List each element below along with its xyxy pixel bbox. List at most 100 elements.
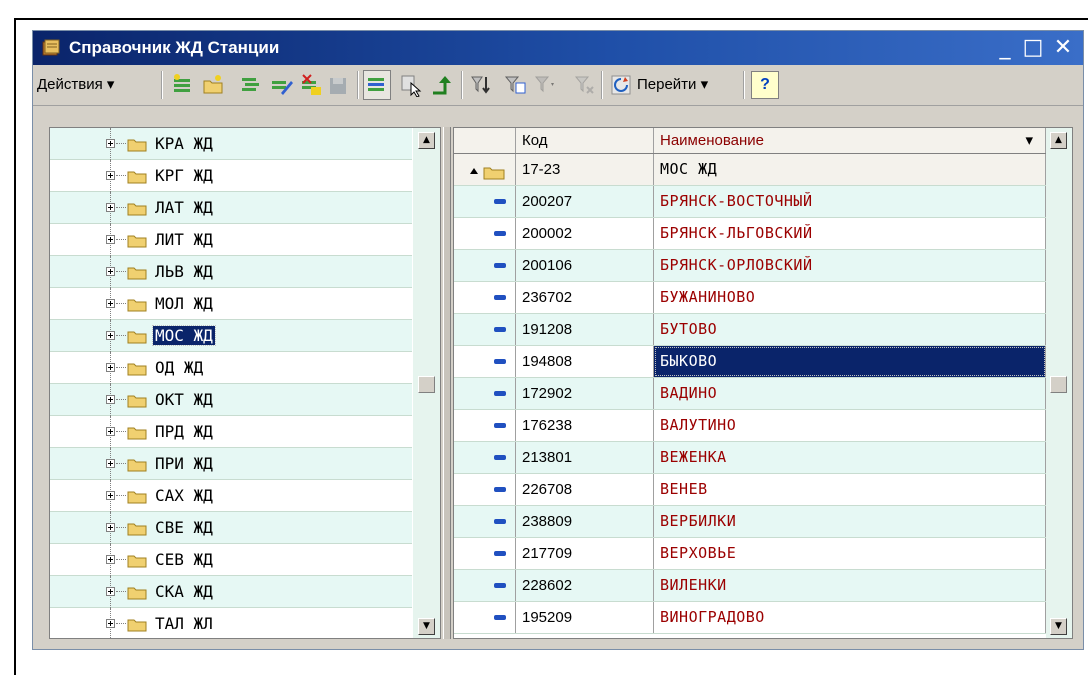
refresh-icon[interactable] — [609, 73, 633, 97]
code-cell: 228602 — [516, 570, 654, 601]
tree-item[interactable]: КРА ЖД — [50, 128, 412, 160]
delete-item-icon[interactable] — [299, 73, 323, 97]
name-cell: ВЕРХОВЬЕ — [654, 538, 1046, 569]
table-scrollbar[interactable]: ▲ ▼ — [1046, 128, 1072, 638]
scroll-up-button[interactable]: ▲ — [418, 132, 435, 149]
tree-item[interactable]: САХ ЖД — [50, 480, 412, 512]
tree-item[interactable]: ПРИ ЖД — [50, 448, 412, 480]
expand-toggle-icon[interactable] — [106, 171, 115, 180]
expand-toggle-icon[interactable] — [106, 427, 115, 436]
expand-toggle-icon[interactable] — [106, 587, 115, 596]
expand-toggle-icon[interactable] — [106, 555, 115, 564]
row-icon-cell — [454, 378, 516, 409]
select-pointer-icon[interactable] — [399, 73, 423, 98]
tree-item[interactable]: СВЕ ЖД — [50, 512, 412, 544]
filter-history-icon[interactable] — [533, 73, 557, 97]
tree-item[interactable]: ЛИТ ЖД — [50, 224, 412, 256]
table-row[interactable]: 176238 ВАЛУТИНО — [454, 410, 1046, 442]
code-cell: 200002 — [516, 218, 654, 249]
row-icon-cell — [454, 442, 516, 473]
maximize-button[interactable]: □ — [1019, 34, 1047, 62]
scroll-thumb[interactable] — [418, 376, 435, 393]
copy-item-icon[interactable] — [239, 73, 263, 97]
scroll-down-button[interactable]: ▼ — [1050, 618, 1067, 635]
element-dash-icon — [494, 359, 506, 364]
expand-toggle-icon[interactable] — [106, 267, 115, 276]
tree-item[interactable]: СЕВ ЖД — [50, 544, 412, 576]
goto-menu[interactable]: Перейти ▾ — [637, 75, 708, 93]
scroll-down-button[interactable]: ▼ — [418, 618, 435, 635]
clear-filter-icon[interactable] — [573, 73, 597, 97]
expand-toggle-icon[interactable] — [106, 523, 115, 532]
tree-item[interactable]: ЛАТ ЖД — [50, 192, 412, 224]
tree-item[interactable]: МОЛ ЖД — [50, 288, 412, 320]
expand-toggle-icon[interactable] — [106, 395, 115, 404]
close-button[interactable]: ✕ — [1049, 34, 1077, 62]
expand-toggle-icon[interactable] — [106, 299, 115, 308]
tree-item[interactable]: КРГ ЖД — [50, 160, 412, 192]
expand-toggle-icon[interactable] — [106, 619, 115, 628]
help-button[interactable]: ? — [751, 71, 779, 99]
expand-toggle-icon[interactable] — [106, 459, 115, 468]
actions-menu[interactable]: Действия ▾ — [37, 75, 114, 93]
table-row[interactable]: 200106 БРЯНСК-ОРЛОВСКИЙ — [454, 250, 1046, 282]
tree-connector — [116, 367, 126, 368]
filter-sort-icon[interactable] — [469, 73, 493, 97]
table-row[interactable]: 191208 БУТОВО — [454, 314, 1046, 346]
tree-item[interactable]: ОКТ ЖД — [50, 384, 412, 416]
code-cell: 172902 — [516, 378, 654, 409]
tree-item[interactable]: ЛЬВ ЖД — [50, 256, 412, 288]
scroll-up-button[interactable]: ▲ — [1050, 132, 1067, 149]
expand-toggle-icon[interactable] — [106, 331, 115, 340]
tree-item[interactable]: ОД ЖД — [50, 352, 412, 384]
panel-splitter[interactable] — [443, 127, 451, 639]
name-column-header[interactable]: Наименование ▾ — [654, 128, 1046, 153]
expand-toggle-icon[interactable] — [106, 139, 115, 148]
toolbar: Действия ▾ Перейти ▾ ? — [33, 65, 1083, 106]
expand-toggle-icon[interactable] — [106, 491, 115, 500]
icon-column-header[interactable] — [454, 128, 516, 153]
edit-item-icon[interactable] — [269, 73, 293, 97]
row-icon-cell — [454, 538, 516, 569]
tree-item[interactable]: ТАЛ ЖЛ — [50, 608, 412, 638]
table-row[interactable]: 200002 БРЯНСК-ЛЬГОВСКИЙ — [454, 218, 1046, 250]
table-row[interactable]: 236702 БУЖАНИНОВО — [454, 282, 1046, 314]
tree-item[interactable]: МОС ЖД — [50, 320, 412, 352]
expand-toggle-icon[interactable] — [106, 203, 115, 212]
scroll-thumb[interactable] — [1050, 376, 1067, 393]
tree-item[interactable]: СКА ЖД — [50, 576, 412, 608]
element-dash-icon — [494, 263, 506, 268]
element-dash-icon — [494, 423, 506, 428]
hierarchy-list-icon — [365, 73, 389, 97]
tree-scrollbar[interactable]: ▲ ▼ — [413, 128, 440, 638]
tree-item-label: СЕВ ЖД — [155, 550, 213, 569]
add-item-icon[interactable] — [171, 73, 195, 97]
stations-table: Код Наименование ▾ 17-23 МОС ЖД 200207 БР… — [453, 127, 1073, 639]
parent-row[interactable]: 17-23 МОС ЖД — [454, 154, 1046, 186]
table-row[interactable]: 200207 БРЯНСК-ВОСТОЧНЫЙ — [454, 186, 1046, 218]
add-folder-icon[interactable] — [201, 73, 225, 97]
expand-toggle-icon[interactable] — [106, 235, 115, 244]
table-row[interactable]: 226708 ВЕНЕВ — [454, 474, 1046, 506]
table-row[interactable]: 228602 ВИЛЕНКИ — [454, 570, 1046, 602]
table-row[interactable]: 195209 ВИНОГРАДОВО — [454, 602, 1046, 634]
table-row[interactable]: 213801 ВЕЖЕНКА — [454, 442, 1046, 474]
save-item-icon[interactable] — [327, 73, 351, 97]
title-bar[interactable]: Справочник ЖД Станции _ □ ✕ — [33, 31, 1083, 65]
table-header: Код Наименование ▾ — [454, 128, 1046, 154]
code-column-header[interactable]: Код — [516, 128, 654, 153]
tree-item-label: ОКТ ЖД — [155, 390, 213, 409]
table-row[interactable]: 194808 БЫКОВО — [454, 346, 1046, 378]
directory-window: Справочник ЖД Станции _ □ ✕ Действия ▾ П… — [32, 30, 1084, 650]
expand-toggle-icon[interactable] — [106, 363, 115, 372]
table-row[interactable]: 217709 ВЕРХОВЬЕ — [454, 538, 1046, 570]
table-row[interactable]: 238809 ВЕРБИЛКИ — [454, 506, 1046, 538]
tree-item[interactable]: ПРД ЖД — [50, 416, 412, 448]
code-cell: 191208 — [516, 314, 654, 345]
folder-icon — [127, 425, 147, 440]
level-up-icon[interactable] — [429, 73, 453, 97]
minimize-button[interactable]: _ — [991, 34, 1019, 62]
table-row[interactable]: 172902 ВАДИНО — [454, 378, 1046, 410]
name-cell: БРЯНСК-ЛЬГОВСКИЙ — [654, 218, 1046, 249]
filter-icon[interactable] — [503, 73, 527, 97]
